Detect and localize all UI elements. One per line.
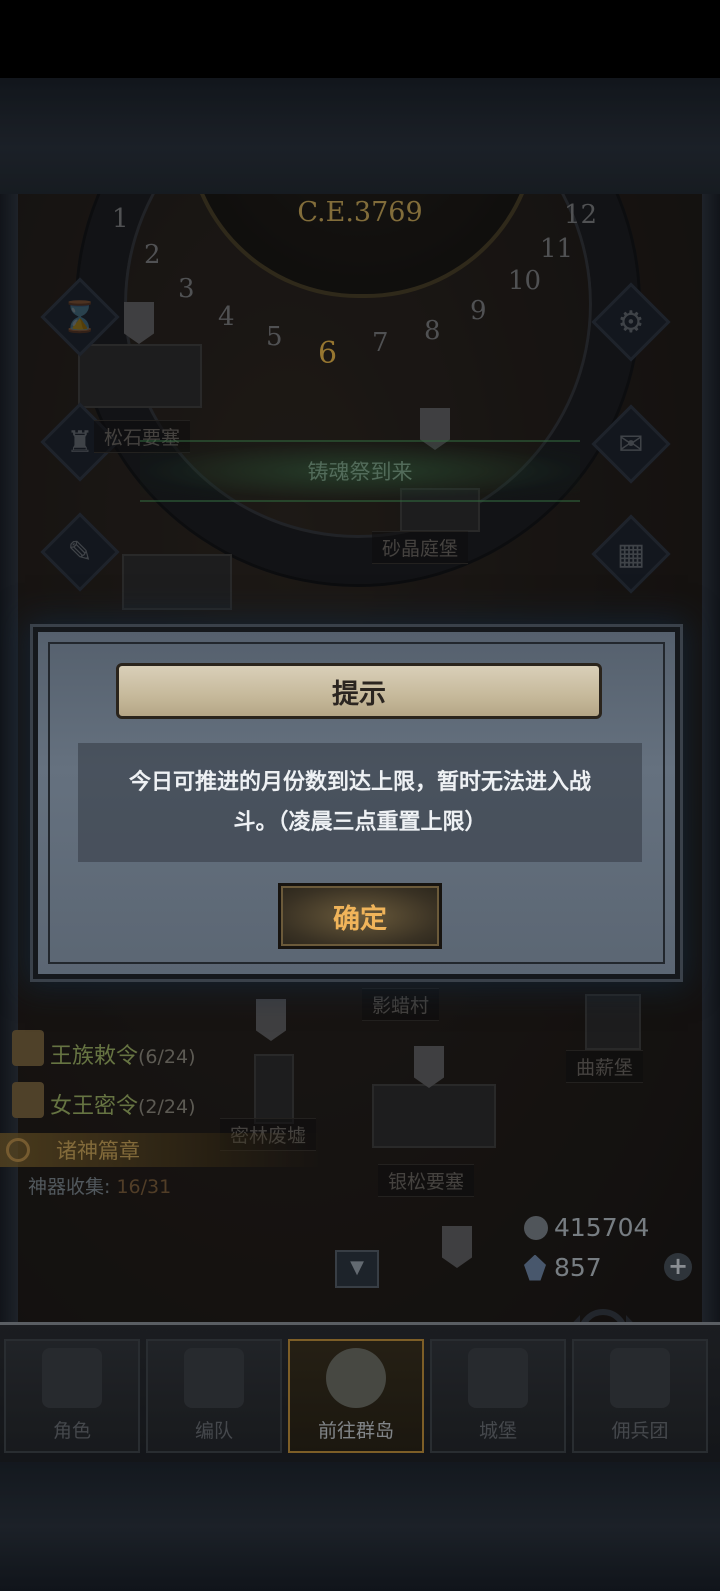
month-label: 12 — [564, 200, 598, 230]
nav-mercenaries[interactable]: 佣兵团 — [572, 1339, 708, 1453]
nav-label: 编队 — [194, 1420, 233, 1442]
artifact-collection: 神器收集: 16/31 — [28, 1172, 171, 1199]
helmet-icon — [184, 1348, 244, 1408]
knight-icon — [42, 1348, 102, 1408]
quest-royal[interactable]: 王族敕令(6/24) — [50, 1038, 196, 1070]
gem-counter: 857 — [524, 1253, 602, 1282]
gods-chapter-bar[interactable]: 诸神篇章 — [0, 1133, 320, 1167]
collapse-button[interactable]: ▼ — [335, 1250, 379, 1288]
nav-islands[interactable]: 前往群岛 — [288, 1339, 424, 1453]
scroll-quest-icon — [12, 1030, 44, 1066]
era-year: C.E.3769 — [297, 197, 423, 228]
globe-icon — [326, 1348, 386, 1408]
quest-queen[interactable]: 女王密令(2/24) — [50, 1088, 196, 1120]
gods-chapter-label: 诸神篇章 — [56, 1139, 140, 1163]
quest-label: 王族敕令 — [50, 1044, 139, 1069]
month-label: 10 — [508, 266, 542, 296]
nav-formation[interactable]: 编队 — [146, 1339, 282, 1453]
dialog-message: 今日可推进的月份数到达上限，暂时无法进入战斗。（凌晨三点重置上限） — [78, 743, 642, 862]
add-gems-button[interactable]: + — [664, 1253, 692, 1281]
month-label: 1 — [112, 204, 129, 234]
nav-label: 角色 — [52, 1420, 91, 1442]
month-label: 3 — [178, 274, 195, 304]
confirm-button[interactable]: 确定 — [278, 883, 442, 949]
banner-icon — [610, 1348, 670, 1408]
festival-banner[interactable]: 铸魂祭到来 — [140, 440, 580, 502]
dialog-title: 提示 — [116, 663, 602, 719]
coin-counter: 415704 — [524, 1213, 649, 1242]
month-label: 4 — [218, 302, 235, 332]
month-label: 8 — [424, 316, 441, 346]
nav-label: 佣兵团 — [611, 1420, 669, 1442]
gem-value: 857 — [554, 1253, 602, 1282]
nav-label: 城堡 — [478, 1420, 517, 1442]
month-label: 7 — [372, 328, 389, 358]
month-label: 9 — [470, 296, 487, 326]
scroll-quest-icon — [12, 1082, 44, 1118]
quest-label: 女王密令 — [50, 1094, 139, 1119]
quest-count: (6/24) — [138, 1046, 196, 1068]
artifact-label: 神器收集: — [28, 1176, 111, 1198]
bottom-nav: 角色 编队 前往群岛 城堡 佣兵团 — [0, 1322, 720, 1465]
castle-icon — [468, 1348, 528, 1408]
top-black-bar — [0, 0, 720, 78]
month-label: 2 — [144, 240, 161, 270]
right-frame — [702, 194, 720, 1334]
month-label: 11 — [540, 234, 574, 264]
coin-value: 415704 — [554, 1213, 650, 1242]
search-icon — [6, 1138, 30, 1162]
top-band — [0, 78, 720, 194]
current-month: 6 — [318, 336, 338, 371]
gem-icon — [524, 1254, 546, 1281]
artifact-value: 16/31 — [116, 1176, 172, 1198]
month-label: 5 — [266, 322, 283, 352]
coin-icon — [524, 1215, 548, 1240]
bottom-band — [0, 1462, 720, 1591]
nav-label: 前往群岛 — [317, 1420, 394, 1442]
quest-count: (2/24) — [138, 1096, 196, 1118]
nav-characters[interactable]: 角色 — [4, 1339, 140, 1453]
nav-castle[interactable]: 城堡 — [430, 1339, 566, 1453]
notice-dialog: 提示 今日可推进的月份数到达上限，暂时无法进入战斗。（凌晨三点重置上限） 确定 — [33, 627, 680, 979]
